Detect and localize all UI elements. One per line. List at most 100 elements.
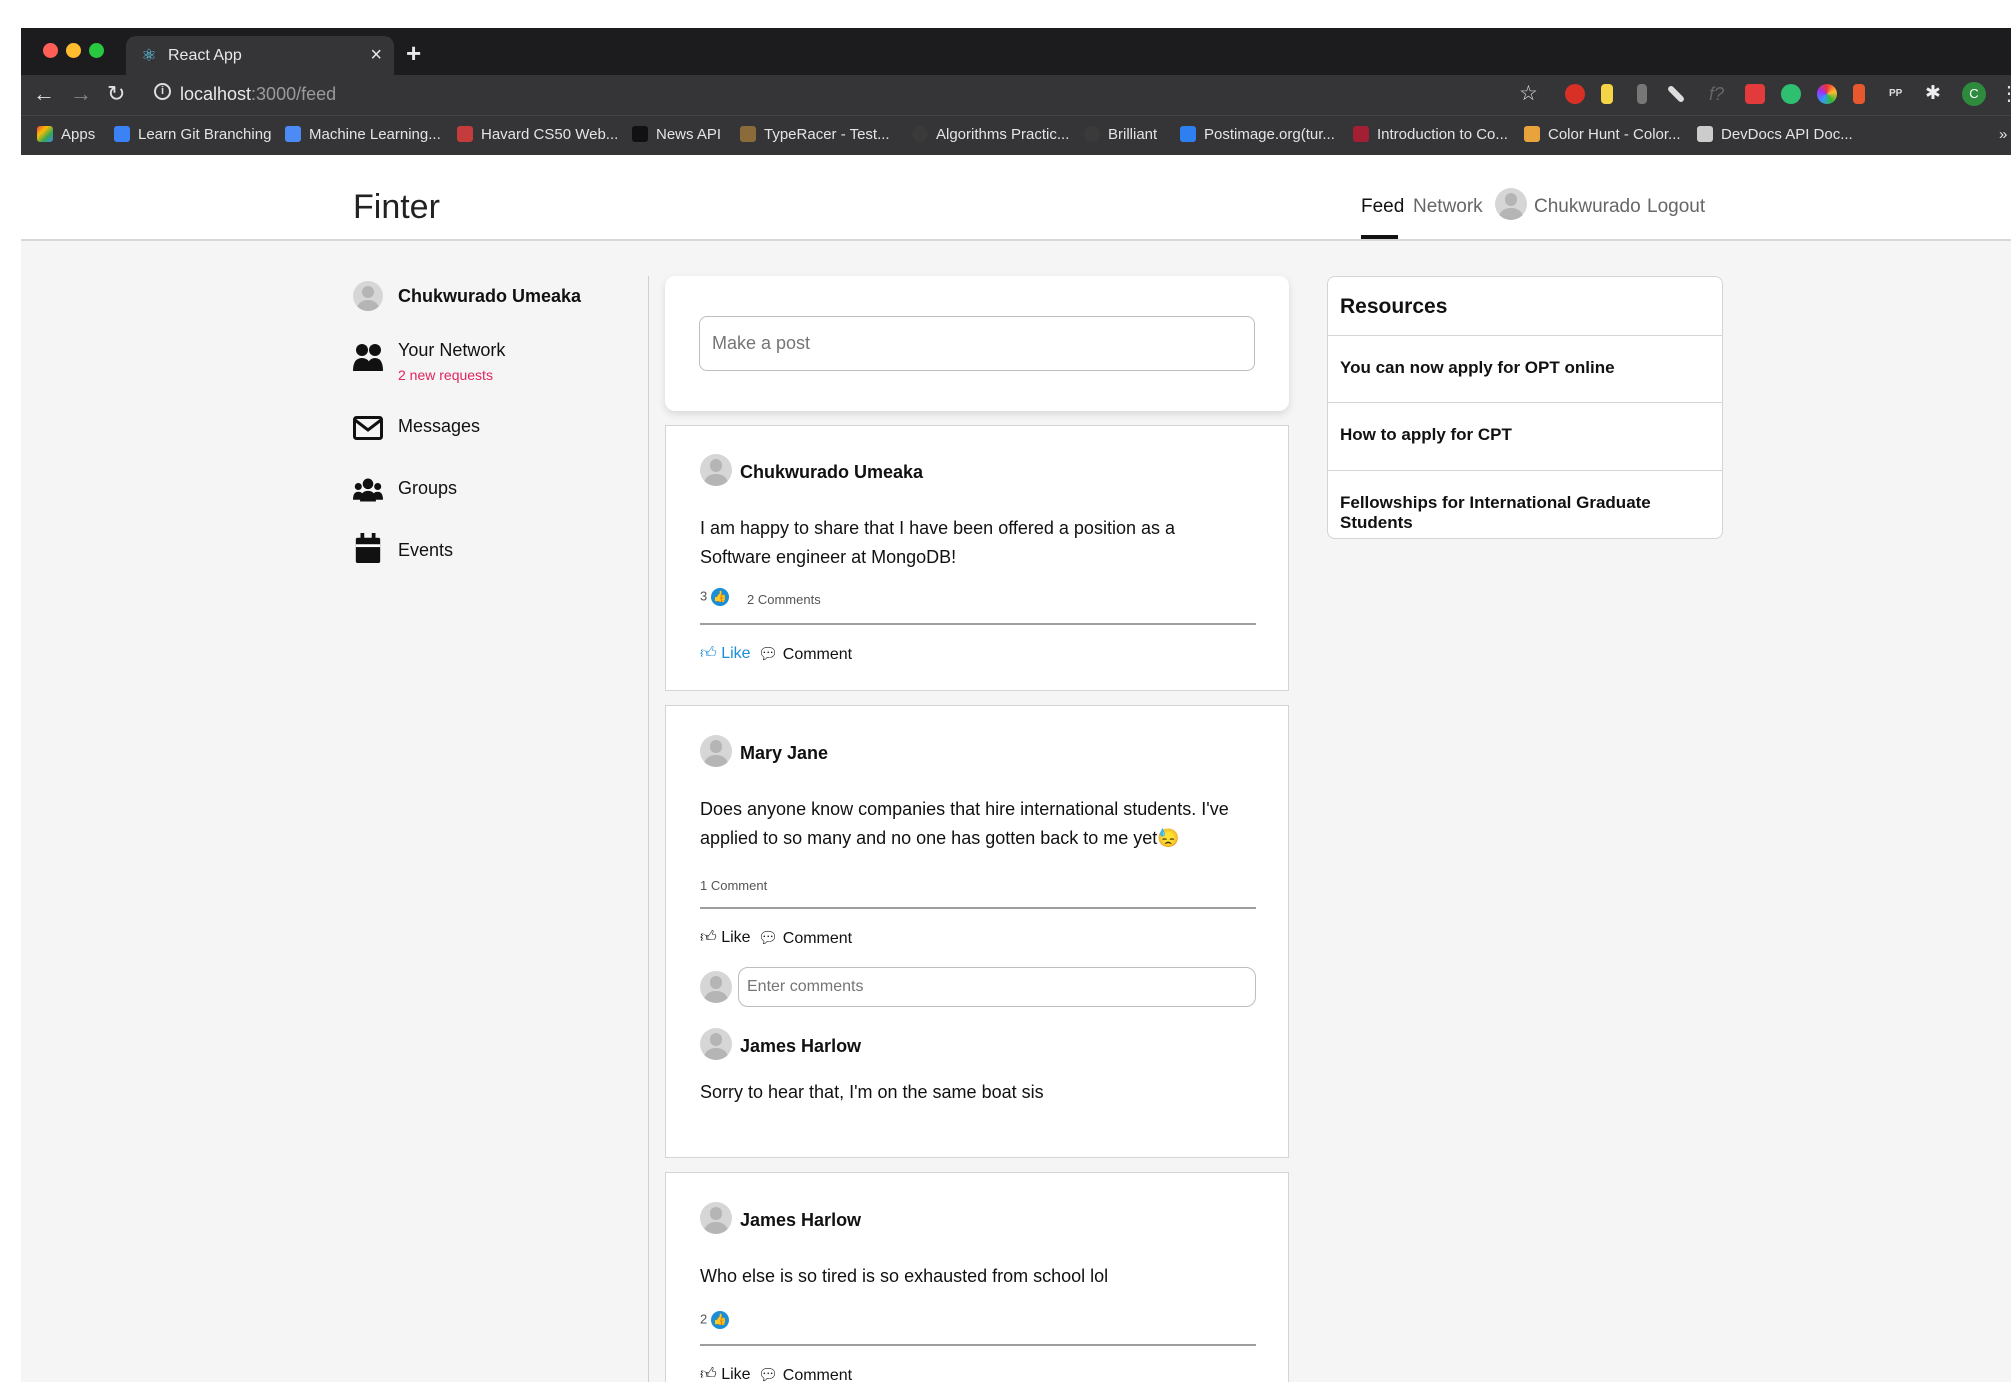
resource-item[interactable]: You can now apply for OPT online	[1328, 335, 1722, 402]
forward-arrow-icon[interactable]: →	[70, 83, 92, 105]
resource-item[interactable]: How to apply for CPT	[1328, 402, 1722, 469]
bookmark-label: Brilliant	[1108, 126, 1158, 143]
like-button[interactable]: 👍︎ Like	[700, 644, 751, 663]
browser-tab[interactable]: ⚛ React App ×	[126, 36, 394, 75]
sidebar-user-name[interactable]: Chukwurado Umeaka	[398, 286, 581, 307]
color-picker-extension-icon[interactable]	[1817, 84, 1837, 104]
post-author[interactable]: Chukwurado Umeaka	[740, 462, 923, 483]
nav-feed[interactable]: Feed	[1361, 196, 1404, 218]
comment-button[interactable]: 💬︎ Comment	[758, 1365, 852, 1382]
pen-extension-icon[interactable]	[1666, 84, 1686, 104]
commenter-avatar	[700, 971, 732, 1003]
globe-icon	[912, 126, 928, 142]
active-nav-indicator	[1361, 235, 1398, 239]
sidebar-user-avatar[interactable]	[353, 281, 383, 311]
groups-icon[interactable]	[353, 475, 383, 505]
bookmark-star-icon[interactable]: ☆	[1519, 83, 1538, 105]
bookmark-devdocs[interactable]: DevDocs API Doc...	[1697, 126, 1853, 143]
comment-input[interactable]	[738, 967, 1256, 1007]
bookmark-learn-git[interactable]: Learn Git Branching	[114, 126, 271, 143]
comment-author-avatar[interactable]	[700, 1028, 732, 1060]
extension-icon[interactable]	[1781, 84, 1801, 104]
bookmark-news-api[interactable]: News API	[632, 126, 721, 143]
bookmark-typeracer[interactable]: TypeRacer - Test...	[740, 126, 890, 143]
sidebar-item-events[interactable]: Events	[398, 540, 453, 561]
post-body: Who else is so tired is so exhausted fro…	[700, 1266, 1109, 1286]
like-count[interactable]: 2 👍	[700, 1311, 730, 1329]
comments-count[interactable]: 2 Comments	[747, 592, 821, 607]
new-tab-icon[interactable]: +	[406, 38, 421, 69]
back-arrow-icon[interactable]: ←	[33, 83, 55, 105]
highlighter-extension-icon[interactable]	[1601, 84, 1613, 104]
bookmark-label: Learn Git Branching	[138, 126, 272, 143]
close-tab-icon[interactable]: ×	[370, 44, 382, 67]
site-info-icon[interactable]: i	[154, 83, 171, 100]
nav-user[interactable]: Chukwurado	[1534, 196, 1641, 218]
reload-icon[interactable]: ↻	[107, 83, 125, 105]
resource-link[interactable]: Fellowships for International Graduate S…	[1340, 493, 1722, 533]
resource-link[interactable]: How to apply for CPT	[1340, 425, 1512, 445]
address-bar[interactable]: localhost:3000/feed	[180, 84, 336, 105]
bookmark-cs50[interactable]: Havard CS50 Web...	[457, 126, 618, 143]
like-button[interactable]: 👍︎ Like	[700, 1365, 751, 1382]
tab-title: React App	[168, 47, 242, 64]
sidebar-item-network[interactable]: Your Network	[398, 340, 505, 361]
brand-logo[interactable]: Finter	[353, 188, 440, 227]
bookmark-brilliant[interactable]: Brilliant	[1084, 126, 1157, 143]
adblock-extension-icon[interactable]	[1565, 84, 1585, 104]
post-author[interactable]: James Harlow	[740, 1210, 861, 1231]
browser-menu-icon[interactable]: ⋮	[1999, 83, 2011, 105]
nav-network[interactable]: Network	[1413, 196, 1483, 218]
git-icon	[114, 126, 130, 142]
bookmark-machine-learning[interactable]: Machine Learning...	[285, 126, 441, 143]
resource-item[interactable]: Fellowships for International Graduate S…	[1328, 470, 1722, 537]
zoom-window-button[interactable]	[89, 43, 104, 58]
bookmark-intro-co[interactable]: Introduction to Co...	[1353, 126, 1508, 143]
resource-link[interactable]: You can now apply for OPT online	[1340, 358, 1615, 378]
post-author[interactable]: Mary Jane	[740, 743, 828, 764]
bookmark-label: Postimage.org(tur...	[1204, 126, 1335, 143]
comment-button[interactable]: 💬︎ Comment	[758, 928, 852, 948]
puzzle-extensions-icon[interactable]: ✱	[1925, 84, 1945, 104]
bookmark-label: Machine Learning...	[309, 126, 441, 143]
formula-extension-icon[interactable]: f?	[1709, 84, 1729, 104]
comment-author[interactable]: James Harlow	[740, 1036, 861, 1057]
comment-button[interactable]: 💬︎ Comment	[758, 644, 852, 664]
minimize-window-button[interactable]	[66, 43, 81, 58]
mit-icon	[1353, 126, 1369, 142]
like-button[interactable]: 👍︎ Like	[700, 928, 751, 947]
bookmark-algorithms[interactable]: Algorithms Practic...	[912, 126, 1069, 143]
header-avatar[interactable]	[1495, 188, 1527, 220]
extension-icon[interactable]	[1637, 84, 1647, 104]
close-window-button[interactable]	[43, 43, 58, 58]
extension-icon[interactable]	[1853, 84, 1865, 104]
post-author-avatar[interactable]	[700, 735, 732, 767]
more-bookmarks-icon[interactable]: »	[1999, 126, 2007, 143]
make-post-input[interactable]	[699, 316, 1255, 371]
post-author-avatar[interactable]	[700, 1202, 732, 1234]
bookmark-label: TypeRacer - Test...	[764, 126, 890, 143]
calendar-icon[interactable]	[353, 533, 383, 563]
postimage-icon	[1180, 126, 1196, 142]
tab-strip: ⚛ React App × +	[21, 28, 2011, 75]
infinity-icon	[285, 126, 301, 142]
nav-logout[interactable]: Logout	[1647, 196, 1705, 218]
bookmark-color-hunt[interactable]: Color Hunt - Color...	[1524, 126, 1681, 143]
network-people-icon[interactable]	[353, 341, 383, 371]
like-count[interactable]: 3 👍	[700, 588, 730, 606]
extension-icon[interactable]	[1745, 84, 1765, 104]
sidebar-item-messages[interactable]: Messages	[398, 416, 480, 437]
bookmark-postimage[interactable]: Postimage.org(tur...	[1180, 126, 1335, 143]
pp-extension-icon[interactable]: PP	[1889, 84, 1909, 104]
bookmark-label: Introduction to Co...	[1377, 126, 1508, 143]
envelope-icon[interactable]	[353, 413, 383, 443]
network-requests-badge[interactable]: 2 new requests	[398, 367, 493, 383]
bookmark-label: Havard CS50 Web...	[481, 126, 619, 143]
post-author-avatar[interactable]	[700, 454, 732, 486]
bookmark-label: DevDocs API Doc...	[1721, 126, 1853, 143]
devdocs-icon	[1697, 126, 1713, 142]
profile-avatar[interactable]: C	[1962, 82, 1986, 106]
sidebar-item-groups[interactable]: Groups	[398, 478, 457, 499]
comments-count[interactable]: 1 Comment	[700, 878, 767, 893]
bookmark-apps[interactable]: Apps	[37, 126, 95, 143]
